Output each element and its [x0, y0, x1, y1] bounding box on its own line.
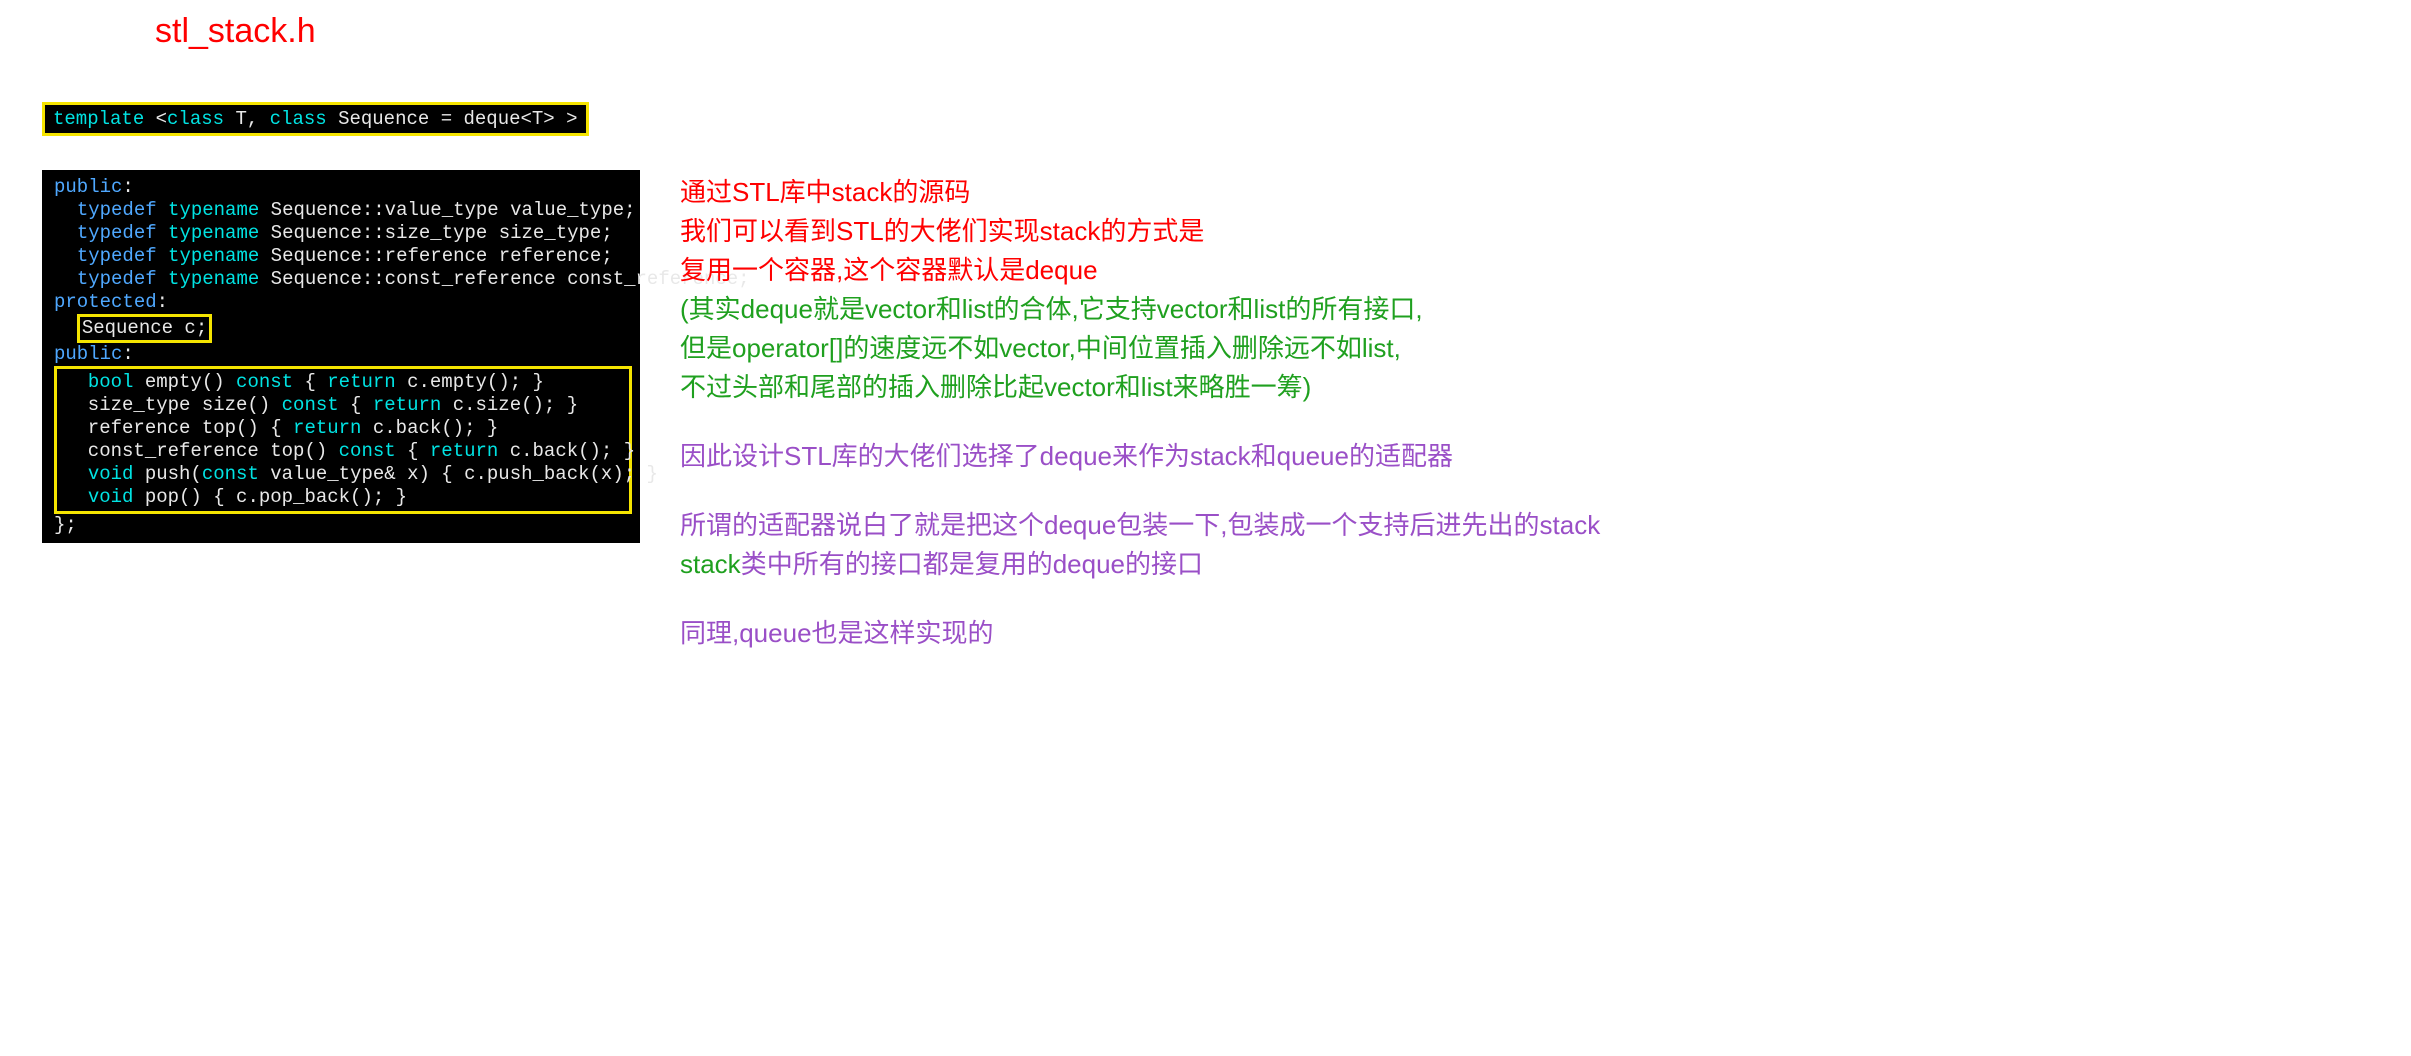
code-text: <: [144, 108, 167, 130]
kw-return: return: [430, 440, 498, 462]
code-class-body: public: typedef typename Sequence::value…: [42, 170, 640, 543]
code-template-line: template <class T, class Sequence = dequ…: [42, 102, 589, 136]
kw-return: return: [293, 417, 361, 439]
kw-public: public: [54, 343, 122, 365]
kw-const: const: [282, 394, 339, 416]
code-text: empty(): [133, 371, 236, 393]
page-title: stl_stack.h: [155, 12, 316, 51]
note-text: 类中所有的接口都是复用的deque的接口: [741, 549, 1203, 579]
kw-const: const: [202, 463, 259, 485]
code-text: c.back(); }: [498, 440, 635, 462]
code-text: Sequence c;: [82, 317, 207, 339]
note-line: 所谓的适配器说白了就是把这个deque包装一下,包装成一个支持后进先出的stac…: [680, 506, 1600, 544]
kw-void: void: [88, 463, 134, 485]
code-text: reference top() {: [65, 417, 293, 439]
code-text: c.size(); }: [441, 394, 578, 416]
code-text: Sequence::const_reference const_referenc…: [259, 268, 749, 290]
kw-class: class: [270, 108, 327, 130]
code-text: {: [396, 440, 430, 462]
code-text: Sequence::reference reference;: [259, 245, 612, 267]
kw-typedef: typedef: [77, 268, 157, 290]
note-line: 同理,queue也是这样实现的: [680, 614, 1600, 652]
spacer: [680, 584, 1600, 614]
kw-public: public: [54, 176, 122, 198]
note-line: 复用一个容器,这个容器默认是deque: [680, 251, 1600, 289]
code-text: value_type& x) { c.push_back(x); }: [259, 463, 658, 485]
note-line: 但是operator[]的速度远不如vector,中间位置插入删除远不如list…: [680, 329, 1600, 367]
kw-typename: typename: [168, 199, 259, 221]
highlight-sequence-c: Sequence c;: [77, 314, 212, 343]
kw-return: return: [327, 371, 395, 393]
code-text: size_type size(): [65, 394, 282, 416]
colon: :: [157, 291, 168, 313]
code-text: c.empty(); }: [396, 371, 544, 393]
kw-bool: bool: [88, 371, 134, 393]
note-line: 通过STL库中stack的源码: [680, 173, 1600, 211]
code-text: Sequence::size_type size_type;: [259, 222, 612, 244]
kw-const: const: [339, 440, 396, 462]
note-line: 我们可以看到STL的大佬们实现stack的方式是: [680, 212, 1600, 250]
note-word-stack: stack: [680, 549, 741, 579]
code-text: c.back(); }: [361, 417, 498, 439]
colon: :: [122, 343, 133, 365]
note-line: stack类中所有的接口都是复用的deque的接口: [680, 545, 1600, 583]
code-text: {: [293, 371, 327, 393]
kw-return: return: [373, 394, 441, 416]
colon: :: [122, 176, 133, 198]
code-text: };: [54, 514, 77, 536]
kw-typedef: typedef: [77, 222, 157, 244]
code-text: pop() { c.pop_back(); }: [133, 486, 407, 508]
kw-typedef: typedef: [77, 199, 157, 221]
kw-void: void: [88, 486, 134, 508]
kw-const: const: [236, 371, 293, 393]
note-line: 不过头部和尾部的插入删除比起vector和list来略胜一筹): [680, 368, 1600, 406]
code-text: const_reference top(): [65, 440, 339, 462]
kw-protected: protected: [54, 291, 157, 313]
code-text: Sequence::value_type value_type;: [259, 199, 635, 221]
code-text: Sequence = deque<T> >: [327, 108, 578, 130]
kw-typename: typename: [168, 222, 259, 244]
kw-typedef: typedef: [77, 245, 157, 267]
note-line: (其实deque就是vector和list的合体,它支持vector和list的…: [680, 290, 1600, 328]
highlight-methods-block: bool empty() const { return c.empty(); }…: [54, 366, 632, 514]
code-text: push(: [133, 463, 201, 485]
code-text: {: [339, 394, 373, 416]
annotation-notes: 通过STL库中stack的源码 我们可以看到STL的大佬们实现stack的方式是…: [680, 173, 1600, 653]
spacer: [680, 407, 1600, 437]
note-line: 因此设计STL库的大佬们选择了deque来作为stack和queue的适配器: [680, 437, 1600, 475]
kw-typename: typename: [168, 268, 259, 290]
kw-typename: typename: [168, 245, 259, 267]
kw-class: class: [167, 108, 224, 130]
spacer: [680, 476, 1600, 506]
code-text: T,: [224, 108, 270, 130]
kw-template: template: [53, 108, 144, 130]
